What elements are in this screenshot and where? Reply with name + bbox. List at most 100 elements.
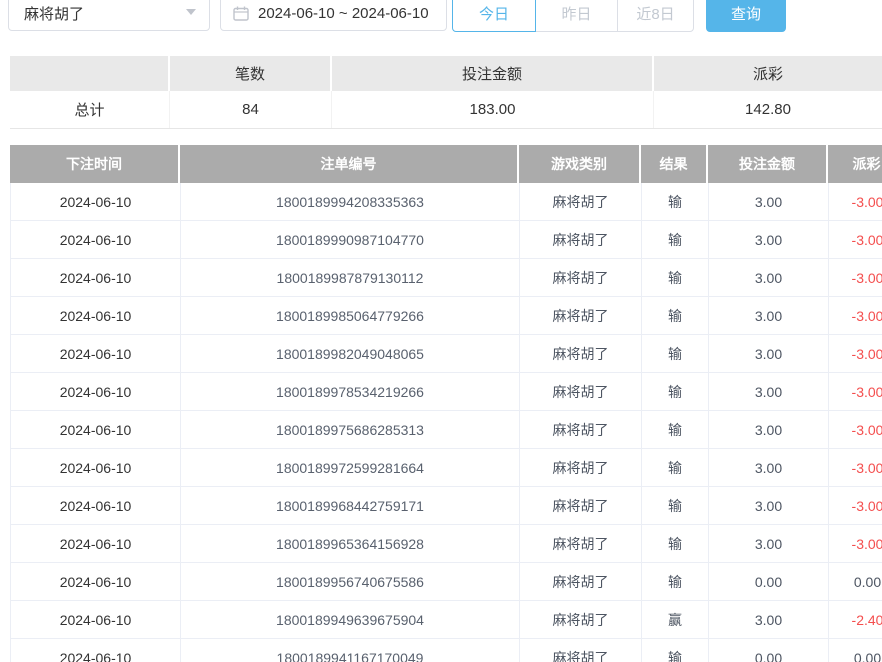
cell-bet-amount: 3.00 bbox=[709, 221, 829, 258]
table-row: 2024-06-10 1800189968442759171 麻将胡了 输 3.… bbox=[10, 487, 882, 525]
summary-total-row: 总计 84 183.00 142.80 bbox=[10, 91, 882, 129]
last-8-days-button[interactable]: 近8日 bbox=[617, 0, 694, 32]
cell-payout: -3.00 bbox=[829, 411, 882, 448]
col-header-bet-time: 下注时间 bbox=[10, 145, 180, 183]
game-select-value: 麻将胡了 bbox=[24, 3, 84, 24]
cell-order-id: 1800189956740675586 bbox=[181, 563, 520, 600]
cell-game-type: 麻将胡了 bbox=[520, 563, 642, 600]
cell-order-id: 1800189972599281664 bbox=[181, 449, 520, 486]
table-row: 2024-06-10 1800189975686285313 麻将胡了 输 3.… bbox=[10, 411, 882, 449]
summary-header-bet-amount: 投注金额 bbox=[332, 56, 654, 91]
cell-order-id: 1800189949639675904 bbox=[181, 601, 520, 638]
game-select-dropdown[interactable]: 麻将胡了 bbox=[8, 0, 210, 31]
cell-bet-time: 2024-06-10 bbox=[11, 601, 181, 638]
cell-result: 输 bbox=[642, 525, 709, 562]
cell-order-id: 1800189978534219266 bbox=[181, 373, 520, 410]
cell-bet-amount: 3.00 bbox=[709, 183, 829, 220]
summary-header-payout: 派彩 bbox=[654, 56, 882, 91]
summary-count-value: 84 bbox=[170, 91, 332, 128]
cell-bet-amount: 0.00 bbox=[709, 563, 829, 600]
bet-table-header-row: 下注时间 注单编号 游戏类别 结果 投注金额 派彩 bbox=[10, 145, 882, 183]
summary-total-label: 总计 bbox=[10, 91, 170, 128]
cell-bet-amount: 3.00 bbox=[709, 297, 829, 334]
cell-result: 输 bbox=[642, 297, 709, 334]
cell-game-type: 麻将胡了 bbox=[520, 221, 642, 258]
col-header-bet-amount: 投注金额 bbox=[708, 145, 828, 183]
cell-game-type: 麻将胡了 bbox=[520, 373, 642, 410]
cell-payout: -3.00 bbox=[829, 487, 882, 524]
cell-result: 赢 bbox=[642, 601, 709, 638]
summary-table: 笔数 投注金额 派彩 总计 84 183.00 142.80 bbox=[10, 56, 882, 129]
cell-bet-time: 2024-06-10 bbox=[11, 297, 181, 334]
table-row: 2024-06-10 1800189978534219266 麻将胡了 输 3.… bbox=[10, 373, 882, 411]
bet-records-page: 麻将胡了 2024-06-10 ~ 2024-06-10 今日 昨日 近8日 查… bbox=[0, 0, 882, 662]
cell-order-id: 1800189990987104770 bbox=[181, 221, 520, 258]
cell-result: 输 bbox=[642, 449, 709, 486]
cell-bet-amount: 3.00 bbox=[709, 411, 829, 448]
quick-date-button-group: 今日 昨日 近8日 bbox=[452, 0, 694, 32]
cell-payout: -3.00 bbox=[829, 449, 882, 486]
date-range-input[interactable]: 2024-06-10 ~ 2024-06-10 bbox=[220, 0, 447, 31]
cell-bet-time: 2024-06-10 bbox=[11, 639, 181, 662]
cell-game-type: 麻将胡了 bbox=[520, 411, 642, 448]
cell-payout: -3.00 bbox=[829, 525, 882, 562]
cell-result: 输 bbox=[642, 259, 709, 296]
cell-bet-time: 2024-06-10 bbox=[11, 411, 181, 448]
bet-table: 下注时间 注单编号 游戏类别 结果 投注金额 派彩 2024-06-10 180… bbox=[10, 145, 882, 662]
cell-game-type: 麻将胡了 bbox=[520, 601, 642, 638]
cell-bet-amount: 3.00 bbox=[709, 487, 829, 524]
cell-bet-time: 2024-06-10 bbox=[11, 487, 181, 524]
cell-order-id: 1800189968442759171 bbox=[181, 487, 520, 524]
cell-order-id: 1800189965364156928 bbox=[181, 525, 520, 562]
table-row: 2024-06-10 1800189987879130112 麻将胡了 输 3.… bbox=[10, 259, 882, 297]
summary-header-blank bbox=[10, 56, 170, 91]
cell-result: 输 bbox=[642, 335, 709, 372]
chevron-down-icon bbox=[186, 9, 196, 15]
today-button[interactable]: 今日 bbox=[452, 0, 536, 32]
cell-result: 输 bbox=[642, 487, 709, 524]
cell-result: 输 bbox=[642, 221, 709, 258]
table-row: 2024-06-10 1800189982049048065 麻将胡了 输 3.… bbox=[10, 335, 882, 373]
cell-bet-time: 2024-06-10 bbox=[11, 259, 181, 296]
cell-payout: -3.00 bbox=[829, 259, 882, 296]
cell-game-type: 麻将胡了 bbox=[520, 335, 642, 372]
cell-payout: -3.00 bbox=[829, 297, 882, 334]
cell-bet-time: 2024-06-10 bbox=[11, 335, 181, 372]
table-row: 2024-06-10 1800189949639675904 麻将胡了 赢 3.… bbox=[10, 601, 882, 639]
cell-bet-time: 2024-06-10 bbox=[11, 563, 181, 600]
cell-game-type: 麻将胡了 bbox=[520, 259, 642, 296]
bet-table-body: 2024-06-10 1800189994208335363 麻将胡了 输 3.… bbox=[10, 183, 882, 662]
table-row: 2024-06-10 1800189965364156928 麻将胡了 输 3.… bbox=[10, 525, 882, 563]
summary-header-row: 笔数 投注金额 派彩 bbox=[10, 56, 882, 91]
date-range-value: 2024-06-10 ~ 2024-06-10 bbox=[258, 5, 429, 22]
cell-payout: -3.00 bbox=[829, 221, 882, 258]
col-header-order-id: 注单编号 bbox=[180, 145, 519, 183]
cell-payout: 0.00 bbox=[829, 563, 882, 600]
query-button[interactable]: 查询 bbox=[706, 0, 786, 32]
cell-bet-amount: 3.00 bbox=[709, 335, 829, 372]
summary-payout-value: 142.80 bbox=[654, 91, 882, 128]
cell-order-id: 1800189975686285313 bbox=[181, 411, 520, 448]
cell-bet-time: 2024-06-10 bbox=[11, 221, 181, 258]
table-row: 2024-06-10 1800189985064779266 麻将胡了 输 3.… bbox=[10, 297, 882, 335]
cell-payout: -2.40 bbox=[829, 601, 882, 638]
summary-bet-amount-value: 183.00 bbox=[332, 91, 654, 128]
cell-result: 输 bbox=[642, 373, 709, 410]
cell-bet-amount: 3.00 bbox=[709, 525, 829, 562]
cell-game-type: 麻将胡了 bbox=[520, 183, 642, 220]
cell-result: 输 bbox=[642, 563, 709, 600]
cell-payout: -3.00 bbox=[829, 373, 882, 410]
col-header-payout: 派彩 bbox=[828, 145, 882, 183]
col-header-result: 结果 bbox=[641, 145, 708, 183]
cell-order-id: 1800189994208335363 bbox=[181, 183, 520, 220]
col-header-game-type: 游戏类别 bbox=[519, 145, 641, 183]
cell-bet-amount: 3.00 bbox=[709, 449, 829, 486]
table-row: 2024-06-10 1800189972599281664 麻将胡了 输 3.… bbox=[10, 449, 882, 487]
cell-payout: -3.00 bbox=[829, 335, 882, 372]
cell-bet-amount: 0.00 bbox=[709, 639, 829, 662]
yesterday-button[interactable]: 昨日 bbox=[535, 0, 618, 32]
cell-game-type: 麻将胡了 bbox=[520, 297, 642, 334]
cell-game-type: 麻将胡了 bbox=[520, 449, 642, 486]
cell-bet-amount: 3.00 bbox=[709, 259, 829, 296]
summary-header-count: 笔数 bbox=[170, 56, 332, 91]
